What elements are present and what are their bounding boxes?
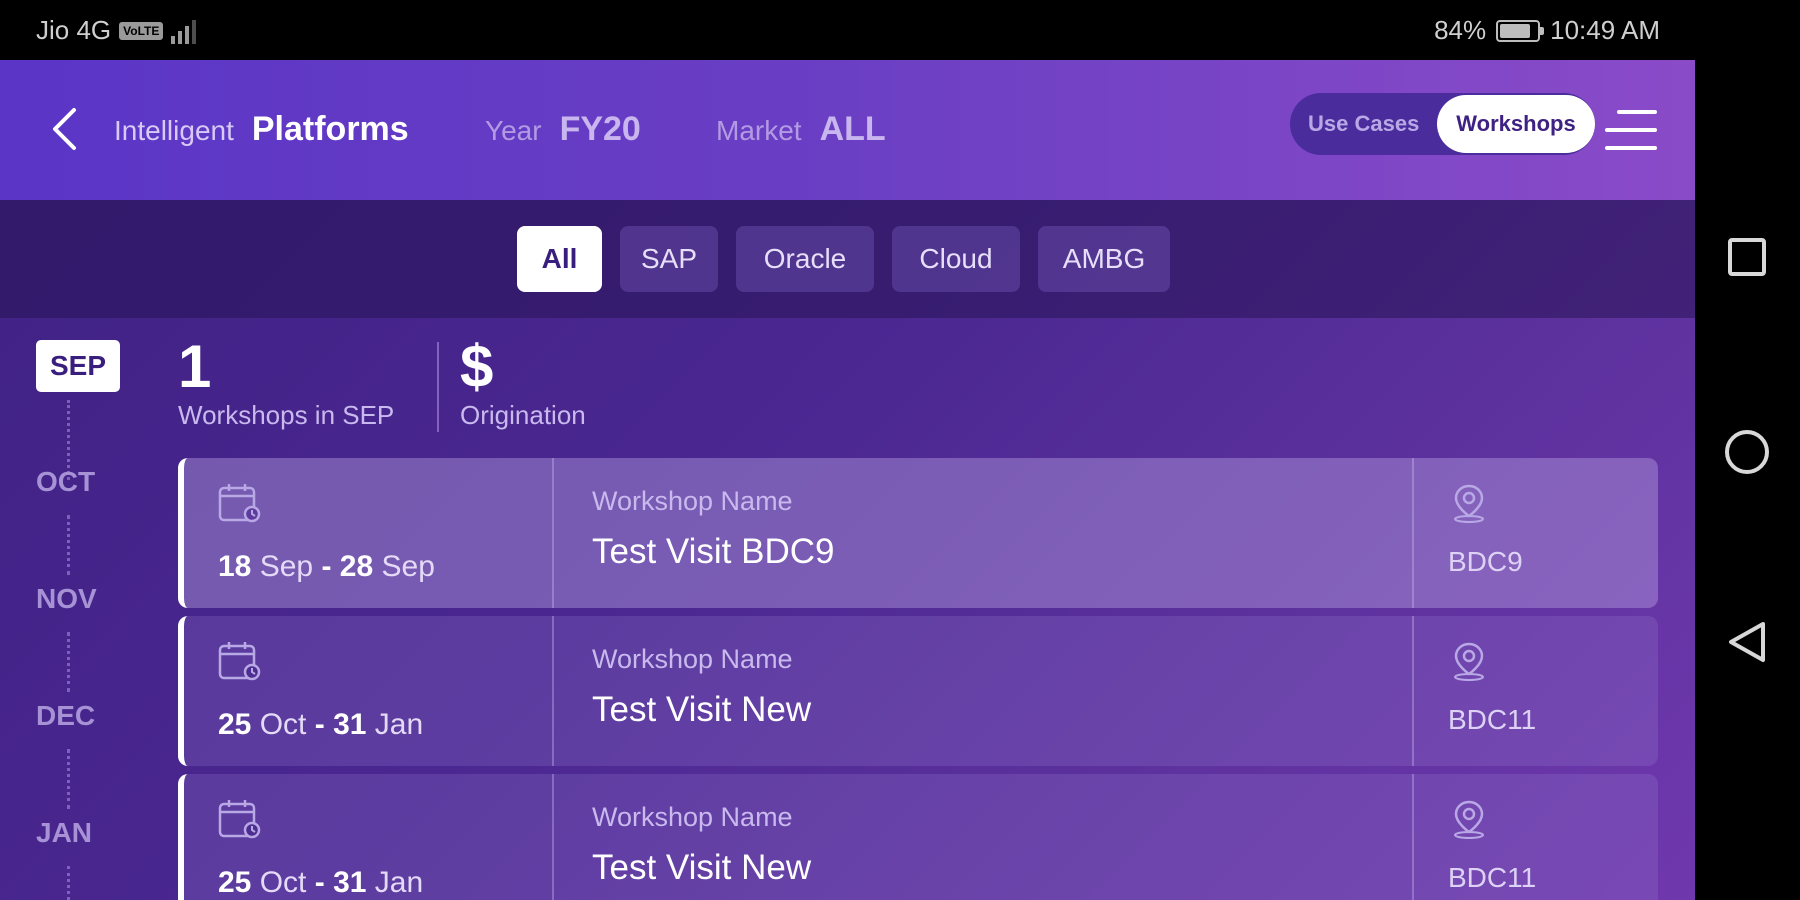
signal-icon (171, 18, 197, 44)
start-month: Oct (259, 708, 307, 741)
start-day: 25 (218, 866, 252, 899)
workshop-count-label: Workshops in SEP (178, 400, 395, 430)
year-value: FY20 (559, 110, 641, 148)
intelligent-label: Intelligent (114, 115, 234, 146)
month-divider (67, 515, 70, 575)
stats-divider (437, 342, 439, 432)
year-selector[interactable]: Year FY20 (485, 110, 641, 149)
end-day: 31 (333, 708, 367, 741)
workshops-toggle[interactable]: Workshops (1437, 95, 1595, 153)
location-pin-icon (1454, 800, 1484, 839)
filter-chip-cloud[interactable]: Cloud (892, 226, 1020, 292)
view-toggle: Use Cases Workshops (1290, 93, 1595, 155)
filter-chip-ambg[interactable]: AMBG (1038, 226, 1170, 292)
workshop-name-label: Workshop Name (592, 486, 793, 516)
workshop-count: 1 (178, 333, 212, 400)
workshop-name: Test Visit New (592, 690, 812, 729)
home-circle-icon[interactable] (1725, 430, 1769, 474)
start-day: 18 (218, 550, 252, 583)
workshop-date-cell: 25 Oct - 31 Jan (184, 774, 554, 900)
end-day: 28 (339, 550, 374, 583)
month-dec[interactable]: DEC (36, 700, 126, 732)
month-oct[interactable]: OCT (36, 466, 126, 498)
filter-chip-sap[interactable]: SAP (620, 226, 718, 292)
workshop-name-cell: Workshop Name Test Visit BDC9 (554, 458, 1414, 608)
status-right: 84% 10:49 AM (1434, 15, 1660, 46)
workshop-card[interactable]: 25 Oct - 31 Jan Workshop Name Test Visit… (178, 774, 1658, 900)
start-month: Sep (259, 550, 314, 583)
filter-bar: All SAP Oracle Cloud AMBG (0, 200, 1695, 318)
use-cases-toggle[interactable]: Use Cases (1308, 93, 1419, 155)
calendar-icon (218, 642, 261, 681)
system-nav-bar (1695, 60, 1800, 900)
workshop-date-cell: 25 Oct - 31 Jan (184, 616, 554, 766)
chevron-left-icon (53, 108, 76, 150)
battery-percent: 84% (1434, 15, 1487, 45)
battery-icon (1496, 19, 1545, 42)
month-jan[interactable]: JAN (36, 817, 126, 849)
workshop-date-range: 25 Oct - 31 Jan (218, 866, 424, 899)
end-month: Jan (374, 866, 424, 899)
end-month: Sep (381, 550, 435, 583)
month-nov[interactable]: NOV (36, 583, 126, 615)
workshop-location-cell: BDC11 (1414, 616, 1658, 766)
back-button[interactable] (44, 104, 84, 154)
end-day: 31 (333, 866, 367, 899)
filter-chip-all[interactable]: All (517, 226, 602, 292)
carrier-label: Jio 4G (36, 15, 112, 45)
status-bar: Jio 4G VoLTE 84% 10:49 AM (0, 0, 1800, 60)
workshop-date-range: 25 Oct - 31 Jan (218, 708, 424, 741)
workshop-name-cell: Workshop Name Test Visit New (554, 774, 1414, 900)
workshop-location: BDC11 (1448, 704, 1537, 735)
origination-label: Origination (460, 400, 586, 430)
market-selector[interactable]: Market ALL (716, 110, 886, 149)
market-value: ALL (819, 110, 886, 148)
workshop-location-cell: BDC9 (1414, 458, 1658, 608)
end-month: Jan (374, 708, 424, 741)
platform-title[interactable]: Intelligent Platforms (114, 110, 409, 149)
menu-button[interactable] (1605, 108, 1657, 152)
workshop-name: Test Visit BDC9 (592, 532, 835, 571)
calendar-icon (218, 484, 261, 523)
app-header: Intelligent Platforms Year FY20 Market A… (0, 60, 1695, 200)
volte-badge: VoLTE (119, 21, 164, 40)
origination-value: $ (460, 333, 494, 400)
month-divider (67, 632, 70, 692)
location-pin-icon (1454, 484, 1484, 523)
workshop-name-label: Workshop Name (592, 644, 793, 674)
workshop-location: BDC11 (1448, 862, 1537, 893)
location-pin-icon (1454, 642, 1484, 681)
start-month: Oct (259, 866, 307, 899)
workshop-card[interactable]: 25 Oct - 31 Jan Workshop Name Test Visit… (178, 616, 1658, 766)
workshop-date-cell: 18 Sep - 28 Sep (184, 458, 554, 608)
platforms-label: Platforms (251, 110, 409, 148)
app-screen: Intelligent Platforms Year FY20 Market A… (0, 60, 1695, 900)
workshop-date-range: 18 Sep - 28 Sep (218, 550, 435, 583)
month-selected-sep[interactable]: SEP (36, 340, 120, 392)
market-label: Market (716, 115, 802, 146)
status-left: Jio 4G VoLTE (36, 15, 197, 46)
month-divider (67, 749, 70, 809)
workshop-location-cell: BDC11 (1414, 774, 1658, 900)
year-label: Year (485, 115, 542, 146)
filter-chip-oracle[interactable]: Oracle (736, 226, 874, 292)
workshop-name: Test Visit New (592, 848, 812, 887)
month-divider (67, 866, 70, 900)
workshop-card[interactable]: 18 Sep - 28 Sep Workshop Name Test Visit… (178, 458, 1658, 608)
workshop-location: BDC9 (1448, 546, 1523, 577)
workshop-name-label: Workshop Name (592, 802, 793, 832)
start-day: 25 (218, 708, 252, 741)
workshop-name-cell: Workshop Name Test Visit New (554, 616, 1414, 766)
back-triangle-icon[interactable] (1725, 620, 1769, 664)
clock: 10:49 AM (1550, 15, 1660, 45)
recents-square-icon[interactable] (1728, 238, 1766, 276)
calendar-icon (218, 800, 261, 839)
